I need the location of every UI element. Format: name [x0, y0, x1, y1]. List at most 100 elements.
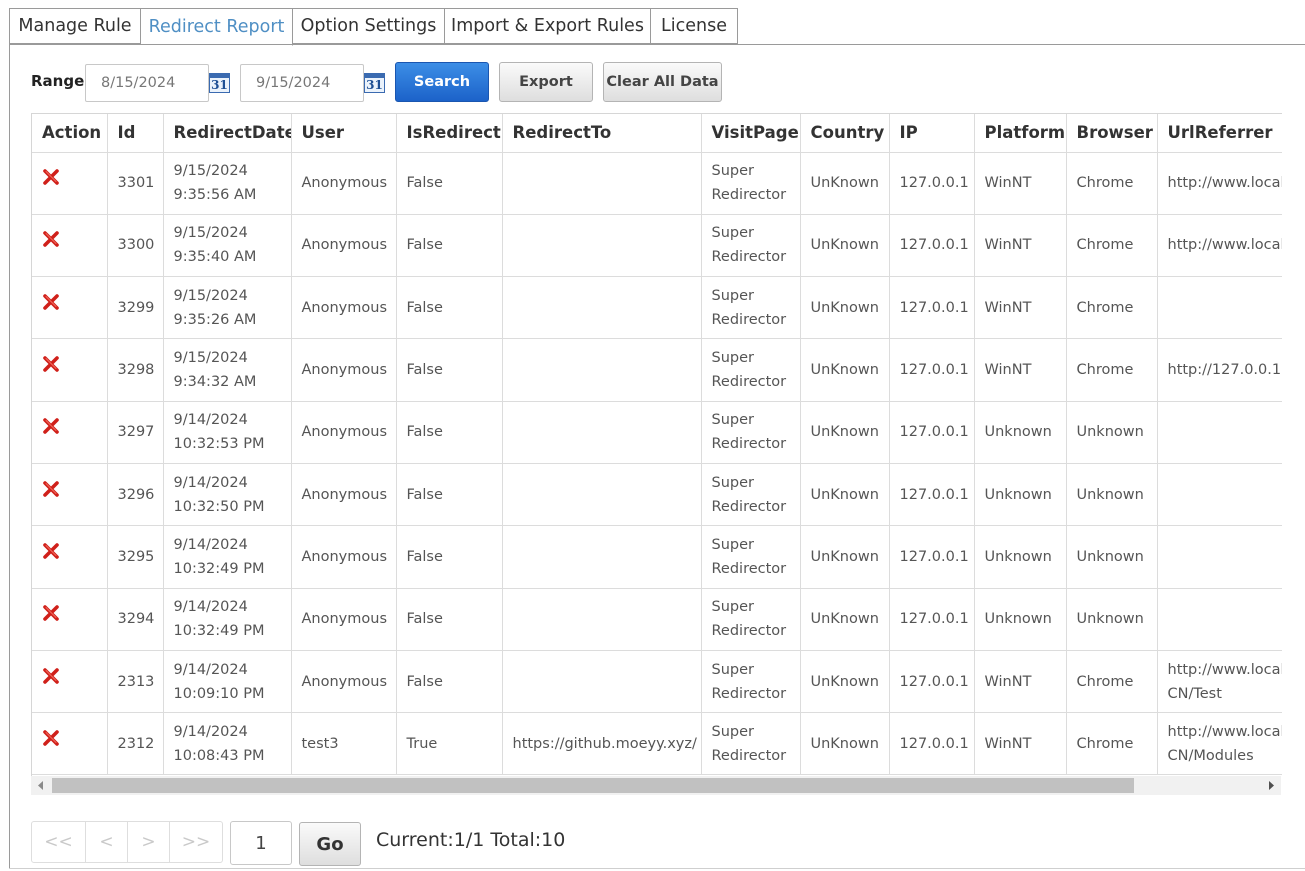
country-cell: UnKnown [800, 152, 890, 215]
ip-cell: 127.0.0.1 [889, 463, 975, 527]
user-cell: Anonymous [291, 276, 397, 340]
user-cell: Anonymous [291, 401, 397, 464]
country-cell: UnKnown [800, 338, 890, 402]
first-page-button[interactable]: << [31, 821, 86, 863]
user-cell: Anonymous [291, 525, 397, 589]
column-header: Browser [1066, 114, 1158, 153]
redirect-time-text: 9:35:56 AM [173, 187, 257, 204]
browser-cell: Chrome [1066, 276, 1158, 340]
is-redirect-cell: False [396, 276, 503, 340]
page-number-input[interactable] [230, 821, 292, 865]
visit-page-cell: Super Redirector [701, 525, 801, 589]
delete-icon[interactable] [42, 480, 60, 498]
table-header-row: Action Id RedirectDate User IsRedirect Redire… [32, 114, 1282, 153]
scroll-right-arrow-icon[interactable] [1261, 776, 1281, 795]
tab-redirect-report[interactable]: Redirect Report [141, 8, 293, 46]
table-row: 3297 9/14/2024 10:32:53 PM Anonymous False Su… [32, 401, 1282, 464]
redirect-date-text: 9/15/2024 [173, 163, 248, 180]
report-grid: Action Id RedirectDate User IsRedirect Redire… [31, 113, 1282, 776]
table-row: 3296 9/14/2024 10:32:50 PM Anonymous False Su… [32, 463, 1282, 527]
ip-cell: 127.0.0.1 [889, 152, 975, 215]
action-cell [32, 588, 108, 651]
url-referrer-cell: http://www.local CN/Modules [1157, 712, 1282, 776]
column-header: IsRedirect [396, 114, 503, 153]
redirect-date-cell: 9/14/2024 10:32:49 PM [163, 525, 292, 589]
platform-cell: WinNT [974, 338, 1067, 402]
browser-cell: Unknown [1066, 588, 1158, 651]
country-cell: UnKnown [800, 650, 890, 714]
table-row: 3298 9/15/2024 9:34:32 AM Anonymous False Sup… [32, 338, 1282, 402]
column-header: IP [889, 114, 975, 153]
redirect-to-cell [502, 588, 702, 651]
tab-bar: Manage Rule Redirect Report Option Setti… [9, 8, 738, 46]
redirect-to-cell [502, 276, 702, 340]
user-cell: test3 [291, 712, 397, 776]
search-button[interactable]: Search [395, 62, 489, 102]
tab-import-export-rules[interactable]: Import & Export Rules [445, 8, 651, 44]
redirect-to-cell [502, 152, 702, 215]
visit-page-cell: Super Redirector [701, 650, 801, 714]
redirect-time-text: 10:32:49 PM [173, 560, 265, 577]
redirect-time-text: 9:35:40 AM [173, 249, 257, 266]
redirect-date-cell: 9/14/2024 10:32:53 PM [163, 401, 292, 464]
action-cell [32, 463, 108, 527]
redirect-date-cell: 9/15/2024 9:35:26 AM [163, 276, 292, 340]
column-header: Id [107, 114, 164, 153]
export-button[interactable]: Export [499, 62, 593, 102]
last-page-button[interactable]: >> [170, 821, 223, 863]
delete-icon[interactable] [42, 355, 60, 373]
is-redirect-cell: False [396, 650, 503, 714]
delete-icon[interactable] [42, 729, 60, 747]
action-cell [32, 650, 108, 714]
column-header: Action [32, 114, 108, 153]
end-calendar-icon[interactable]: 31 [364, 73, 385, 93]
tab-manage-rule[interactable]: Manage Rule [9, 8, 141, 44]
url-referrer-cell: http://www.local [1157, 214, 1282, 278]
delete-icon[interactable] [42, 168, 60, 186]
delete-icon[interactable] [42, 604, 60, 622]
start-date-input[interactable] [85, 64, 209, 102]
previous-page-button[interactable]: < [86, 821, 128, 863]
start-calendar-icon[interactable]: 31 [209, 73, 230, 93]
horizontal-scrollbar[interactable] [31, 776, 1281, 795]
delete-icon[interactable] [42, 230, 60, 248]
redirect-to-cell [502, 650, 702, 714]
go-button[interactable]: Go [299, 822, 361, 866]
delete-icon[interactable] [42, 667, 60, 685]
scrollbar-thumb[interactable] [52, 778, 1134, 793]
delete-icon[interactable] [42, 293, 60, 311]
column-header: RedirectTo [502, 114, 702, 153]
user-cell: Anonymous [291, 152, 397, 215]
browser-cell: Chrome [1066, 214, 1158, 278]
end-date-input[interactable] [240, 64, 364, 102]
next-page-button[interactable]: > [128, 821, 170, 863]
delete-icon[interactable] [42, 542, 60, 560]
redirect-date-cell: 9/14/2024 10:08:43 PM [163, 712, 292, 776]
redirect-to-cell [502, 401, 702, 464]
range-label: Range: [31, 72, 91, 90]
tab-license[interactable]: License [651, 8, 738, 44]
action-cell [32, 152, 108, 215]
id-cell: 3295 [107, 525, 164, 589]
clear-all-data-button[interactable]: Clear All Data [603, 62, 722, 102]
redirect-date-cell: 9/15/2024 9:35:56 AM [163, 152, 292, 215]
redirect-time-text: 9:34:32 AM [173, 374, 257, 391]
visit-page-cell: Super Redirector [701, 152, 801, 215]
id-cell: 2312 [107, 712, 164, 776]
country-cell: UnKnown [800, 588, 890, 651]
url-referrer-cell [1157, 401, 1282, 464]
scroll-left-arrow-icon[interactable] [31, 776, 51, 795]
column-header: User [291, 114, 397, 153]
redirect-date-cell: 9/15/2024 9:35:40 AM [163, 214, 292, 278]
panel-border-bottom [9, 868, 1305, 869]
ip-cell: 127.0.0.1 [889, 525, 975, 589]
id-cell: 3300 [107, 214, 164, 278]
column-header: VisitPage [701, 114, 801, 153]
id-cell: 3294 [107, 588, 164, 651]
url-referrer-cell: http://127.0.0.1: [1157, 338, 1282, 402]
tab-option-settings[interactable]: Option Settings [293, 8, 445, 44]
visit-page-cell: Super Redirector [701, 338, 801, 402]
delete-icon[interactable] [42, 417, 60, 435]
redirect-date-text: 9/14/2024 [173, 536, 248, 553]
redirect-time-text: 10:09:10 PM [173, 685, 265, 702]
